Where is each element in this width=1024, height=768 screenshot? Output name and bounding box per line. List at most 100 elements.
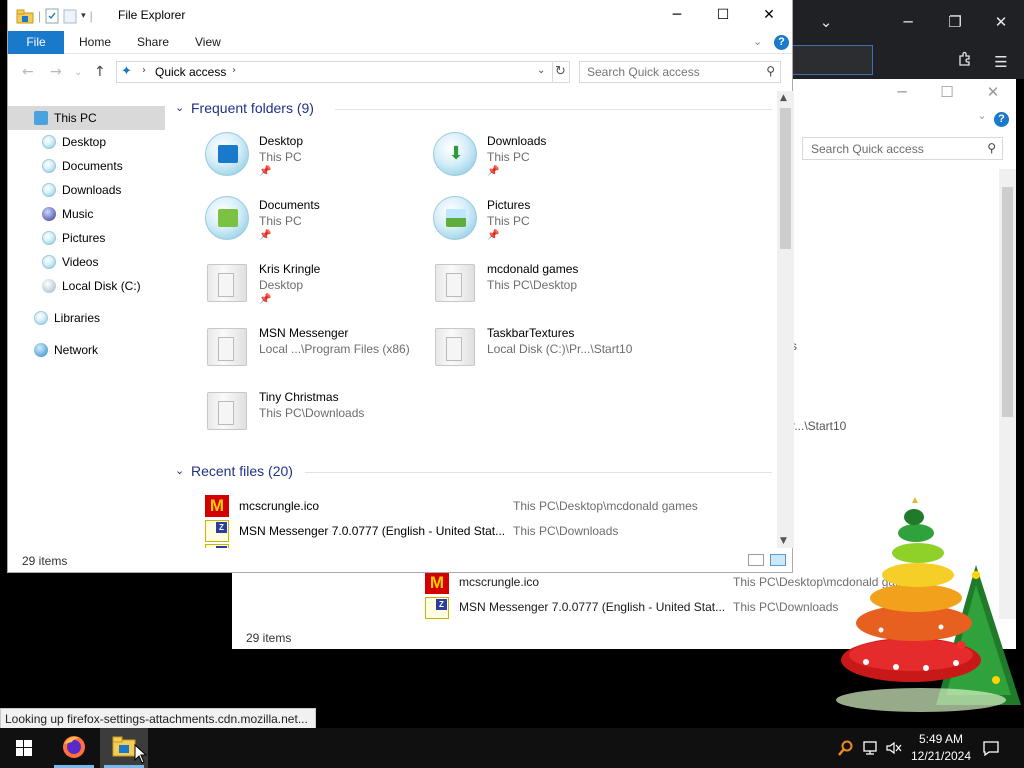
folder-location: This PC\Downloads [259, 406, 365, 420]
group-header-recent[interactable]: ⌄ Recent files (20) [175, 462, 772, 482]
up-button[interactable]: ↑ [94, 64, 106, 80]
content-scrollbar[interactable]: ▲ ▼ [777, 91, 794, 548]
help-icon[interactable]: ? [774, 35, 789, 50]
maximize-button[interactable]: ☐ [700, 0, 746, 30]
folder-tile[interactable]: mcdonald games This PC\Desktop [433, 260, 653, 322]
browser-restore-button[interactable]: ❐ [940, 8, 970, 36]
firefox-icon [63, 736, 85, 758]
folder-tile[interactable]: Kris Kringle Desktop 📌 [205, 260, 425, 322]
menu-icon[interactable]: ☰ [986, 48, 1016, 76]
sidebar-item-this-pc[interactable]: This PC [8, 106, 165, 130]
this-pc-icon [34, 111, 48, 125]
network-tray-icon[interactable] [862, 740, 880, 760]
sidebar-item-downloads[interactable]: Downloads [8, 178, 165, 202]
folder-name: mcdonald games [487, 262, 579, 276]
folder-tile[interactable]: ⬇ Downloads This PC 📌 [433, 132, 653, 194]
puzzle-icon[interactable] [950, 48, 980, 76]
sidebar-item-local-disk[interactable]: Local Disk (C:) [8, 274, 165, 298]
sidebar-item-label: Documents [62, 159, 123, 173]
taskbar-firefox[interactable] [50, 728, 98, 768]
folder-tile[interactable]: Documents This PC 📌 [205, 196, 425, 258]
folder-icon [433, 324, 477, 368]
drive-icon [42, 279, 56, 293]
sidebar-item-desktop[interactable]: Desktop [8, 130, 165, 154]
tab-file[interactable]: File [8, 31, 64, 54]
bg-status-count: 29 items [246, 631, 292, 645]
tab-home[interactable]: Home [79, 31, 111, 54]
mcdonalds-icon: M [205, 495, 229, 517]
large-icons-view-icon[interactable] [770, 554, 786, 566]
scroll-down-icon[interactable]: ▼ [780, 536, 787, 546]
msn-installer-icon: Z [205, 520, 229, 542]
volume-muted-icon[interactable] [885, 740, 903, 760]
bg-help-icon[interactable]: ? [994, 112, 1009, 127]
recent-locations-button[interactable]: ⌄ [74, 67, 82, 78]
christmas-tree-decoration-icon [836, 497, 1021, 712]
search-tray-icon[interactable] [838, 740, 854, 760]
sidebar-item-music[interactable]: Music [8, 202, 165, 226]
minimize-button[interactable]: ─ [654, 0, 700, 30]
libraries-icon [34, 311, 48, 325]
folder-tile[interactable]: Pictures This PC 📌 [433, 196, 653, 258]
ribbon-expand-icon[interactable]: ⌄ [753, 35, 762, 48]
forward-button[interactable]: → [50, 64, 62, 80]
sidebar-item-pictures[interactable]: Pictures [8, 226, 165, 250]
folder-tile[interactable]: TaskbarTextures Local Disk (C:)\Pr...\St… [433, 324, 653, 386]
back-button[interactable]: ← [22, 64, 34, 80]
bg-search-input[interactable]: Search Quick access ⚲ [802, 137, 1003, 160]
explorer-app-icon [16, 9, 34, 24]
sidebar-item-network[interactable]: Network [8, 338, 165, 362]
browser-minimize-button[interactable]: ─ [893, 8, 923, 36]
search-box[interactable]: ⚲ [579, 61, 781, 83]
breadcrumb-quick-access[interactable]: Quick access [155, 65, 226, 79]
bg-close-button[interactable]: ✕ [980, 83, 1006, 107]
folder-location: This PC [487, 150, 530, 164]
refresh-button[interactable]: ↻ [552, 61, 570, 83]
recent-file-row[interactable]: Z MSN Messenger 7.0.0777 (English - Unit… [205, 520, 765, 544]
sidebar-item-videos[interactable]: Videos [8, 250, 165, 274]
tab-share[interactable]: Share [137, 31, 169, 54]
folder-location: This PC\Desktop [487, 278, 578, 292]
group-header-frequent[interactable]: ⌄ Frequent folders (9) [175, 99, 772, 119]
windows-start-icon[interactable] [8, 738, 40, 760]
customize-toolbar-icon[interactable]: ▾ [81, 11, 86, 21]
folder-tile[interactable]: Tiny Christmas This PC\Downloads [205, 388, 425, 450]
address-bar[interactable]: ✦ › Quick access › ⌄ [116, 61, 553, 83]
address-dropdown-icon[interactable]: ⌄ [537, 65, 545, 76]
recent-file-row[interactable]: M mcscrungle.ico This PC\Desktop\mcdonal… [205, 495, 765, 519]
browser-close-button[interactable]: ✕ [986, 8, 1016, 36]
search-input[interactable] [580, 62, 750, 82]
browser-tab-list-icon[interactable]: ⌄ [811, 8, 841, 36]
scrollbar-thumb[interactable] [780, 108, 791, 249]
scroll-up-icon[interactable]: ▲ [780, 93, 787, 103]
sidebar-item-documents[interactable]: Documents [8, 154, 165, 178]
folder-tile[interactable]: MSN Messenger Local ...\Program Files (x… [205, 324, 425, 386]
chevron-down-icon[interactable]: ⌄ [175, 464, 184, 477]
folder-name: TaskbarTextures [487, 326, 575, 340]
tab-view[interactable]: View [195, 31, 221, 54]
bg-text-fragment: r...\Start10 [791, 419, 847, 433]
folder-location: This PC [259, 214, 302, 228]
clock-date: 12/21/2024 [910, 749, 972, 763]
bg-scrollbar-thumb[interactable] [1002, 187, 1013, 417]
bg-minimize-button[interactable]: ─ [889, 83, 915, 107]
navigation-pane: This PC Desktop Documents Downloads Musi… [8, 98, 171, 538]
taskbar-clock[interactable]: 5:49 AM 12/21/2024 [906, 731, 976, 765]
notifications-icon[interactable] [982, 740, 1000, 760]
properties-icon[interactable] [45, 8, 59, 24]
chevron-right-icon[interactable]: › [232, 65, 236, 76]
bg-ribbon-expand-icon[interactable]: ⌄ [969, 109, 995, 133]
chevron-down-icon[interactable]: ⌄ [175, 101, 184, 114]
chevron-right-icon[interactable]: › [142, 65, 146, 76]
sidebar-item-label: Music [62, 207, 94, 221]
folder-tile[interactable]: Desktop This PC 📌 [205, 132, 425, 194]
close-button[interactable]: ✕ [746, 0, 792, 30]
bg-maximize-button[interactable]: ☐ [934, 83, 960, 107]
quick-access-toolbar: | ▾ | [16, 6, 93, 26]
clock-time: 5:49 AM [918, 732, 964, 746]
new-folder-icon[interactable] [63, 8, 77, 24]
details-view-icon[interactable] [748, 554, 764, 566]
window-title: File Explorer [118, 8, 186, 22]
browser-tab[interactable] [793, 45, 873, 75]
sidebar-item-libraries[interactable]: Libraries [8, 306, 165, 330]
